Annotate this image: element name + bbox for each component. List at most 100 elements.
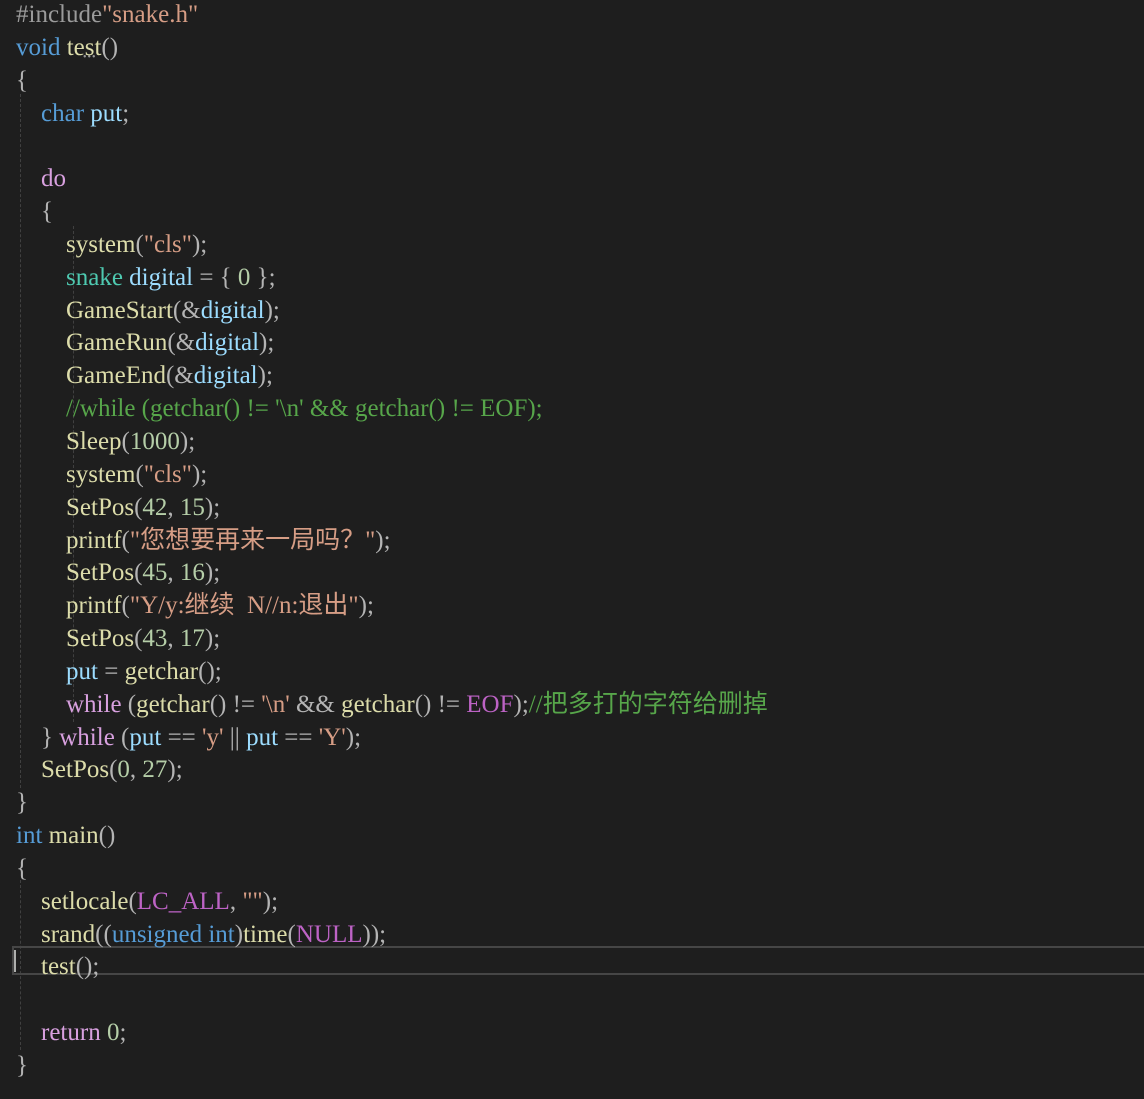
code-token-punc: } [41,723,60,751]
code-line[interactable]: SetPos(0, 27); [16,754,1136,787]
code-line[interactable]: #include"snake.h" [16,0,1136,32]
code-line[interactable]: { [16,853,1136,886]
code-token-punc: (); [75,953,100,981]
code-line[interactable]: snake digital = { 0 }; [16,262,1136,295]
code-token-punc: ( [135,460,144,488]
code-token-fn: GameStart [66,296,173,324]
code-line[interactable]: void test() [16,32,1136,65]
code-token-var: put [129,723,162,751]
code-line[interactable]: } [16,787,1136,820]
code-token-punc: (( [95,920,112,948]
code-line[interactable]: } [16,1050,1136,1083]
code-token-preproc: #include [16,1,103,28]
code-token-punc: ); [167,756,183,784]
code-line[interactable]: system("cls"); [16,459,1136,492]
code-line[interactable]: { [16,65,1136,98]
code-token-num: 0 [237,263,251,291]
code-token-punc: } [16,1052,28,1079]
code-token-punc: ); [204,493,221,521]
code-token-ctrl: do [41,165,66,193]
code-token-punc: ); [375,526,391,554]
code-line[interactable]: printf("您想要再来一局吗？"); [16,525,1136,558]
code-token-var: put [246,723,279,751]
code-line[interactable]: SetPos(42, 15); [16,492,1136,525]
code-token-punc: ); [191,460,208,488]
code-token-var: put [90,99,123,127]
code-token-punc: )); [362,920,387,948]
code-token-punc: ); [257,362,273,390]
code-token-punc: , [167,625,180,653]
code-token-punc: ( [121,427,130,455]
code-token-kw: void [16,33,61,61]
code-line[interactable]: setlocale(LC_ALL, ""); [16,886,1136,919]
code-line[interactable]: test(); [16,951,1136,984]
code-token-punc: ) [234,920,244,948]
code-line[interactable]: put = getchar(); [16,656,1136,689]
code-token-kw: int [16,822,43,850]
code-line[interactable]: //while (getchar() != '\n' && getchar() … [16,393,1136,426]
code-token-punc: ( [114,723,130,751]
code-line[interactable]: SetPos(43, 17); [16,623,1136,656]
code-token-str: 'y' [202,723,224,751]
code-token-punc: ( [287,920,296,948]
code-line[interactable] [16,130,1136,163]
code-token-punc: (& [172,296,201,324]
code-token-fn: printf [66,592,122,620]
code-token-num: 43 [142,625,168,653]
code-line[interactable]: { [16,196,1136,229]
code-token-str: '\n' [261,690,290,718]
code-token-num: 1000 [129,427,180,455]
code-token-str: "Y/y:继续 N//n:退出" [129,592,359,620]
code-token-include-str: "snake.h" [102,1,199,28]
code-token-fn: srand [41,920,96,948]
code-line[interactable]: while (getchar() != '\n' && getchar() !=… [16,689,1136,722]
code-token-fn: system [66,230,136,258]
code-line[interactable] [16,984,1136,1017]
code-token-punc: = { [193,263,238,291]
code-line[interactable]: do [16,163,1136,196]
code-line[interactable]: printf("Y/y:继续 N//n:退出"); [16,590,1136,623]
code-line[interactable]: int main() [16,820,1136,853]
code-token-var: digital [129,263,194,291]
code-lines[interactable]: #include"snake.h" void test(){ char put; … [16,0,1136,1083]
code-token-str: "" [242,887,263,915]
code-token-fn: system [66,460,136,488]
code-token-punc: () != [209,690,262,718]
code-line[interactable]: GameRun(&digital); [16,327,1136,360]
code-line[interactable]: } while (put == 'y' || put == 'Y'); [16,722,1136,755]
code-line[interactable]: SetPos(45, 16); [16,557,1136,590]
code-token-num: 0 [117,756,130,784]
code-token-punc: == [161,723,203,751]
code-token-str: "cls" [143,230,192,258]
code-token-kw: char [41,99,85,127]
code-token-punc: () != [414,690,467,718]
code-line[interactable]: system("cls"); [16,229,1136,262]
code-token-punc: ; [122,99,130,127]
code-line[interactable]: char put; [16,98,1136,131]
code-line[interactable]: GameStart(&digital); [16,295,1136,328]
code-line[interactable]: return 0; [16,1017,1136,1050]
code-line[interactable]: GameEnd(&digital); [16,360,1136,393]
code-line[interactable]: Sleep(1000); [16,426,1136,459]
code-token-macro: NULL [295,920,363,948]
code-token-punc: && [289,690,342,718]
code-token-punc: ); [259,329,275,357]
code-token-fn: setlocale [41,887,129,915]
code-editor[interactable]: ••• #include"snake.h" void test(){ char p… [0,0,1144,1099]
text-caret [14,950,16,972]
code-token-num: 42 [142,493,168,521]
code-line[interactable]: srand((unsigned int)time(NULL)); [16,919,1136,952]
code-token-fn: test [41,953,76,981]
code-token-fn: Sleep [66,427,122,455]
code-token-var: digital [195,329,260,357]
code-token-num: 45 [142,559,168,587]
